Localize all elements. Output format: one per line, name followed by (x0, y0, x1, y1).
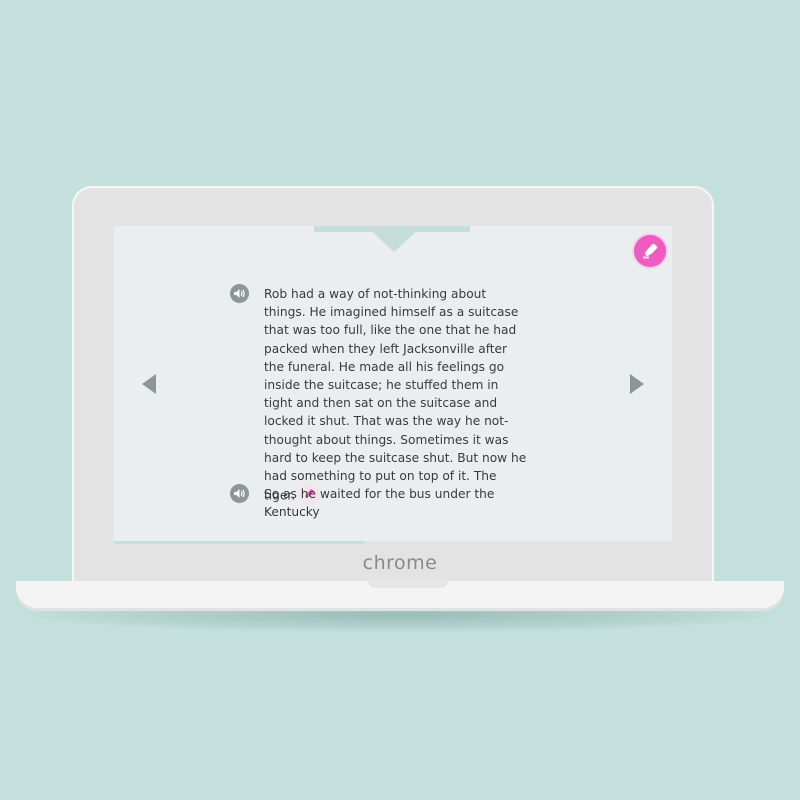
story-paragraph: So as he waited for the bus under the Ke… (264, 485, 528, 521)
previous-page-arrow[interactable] (142, 374, 156, 394)
laptop-hinge-notch (368, 581, 448, 588)
reading-progress-fill (114, 541, 366, 544)
reader-screen: Rob had a way of not-thinking about thin… (114, 226, 672, 544)
paragraph-text: So as he waited for the bus under the Ke… (264, 487, 495, 520)
speaker-icon (234, 489, 245, 498)
laptop-base (16, 581, 784, 611)
story-paragraph: Rob had a way of not-thinking about thin… (264, 285, 528, 507)
highlighter-button[interactable] (634, 235, 666, 267)
device-brand-label: chrome (362, 552, 438, 574)
menu-pulldown-tab[interactable] (368, 228, 420, 252)
reading-progress-bar (114, 541, 672, 544)
highlighter-icon (643, 243, 658, 259)
paragraph-text: Rob had a way of not-thinking about thin… (264, 287, 527, 503)
play-audio-button[interactable] (230, 284, 249, 303)
play-audio-button[interactable] (230, 484, 249, 503)
next-page-arrow[interactable] (630, 374, 644, 394)
speaker-icon (234, 289, 245, 298)
